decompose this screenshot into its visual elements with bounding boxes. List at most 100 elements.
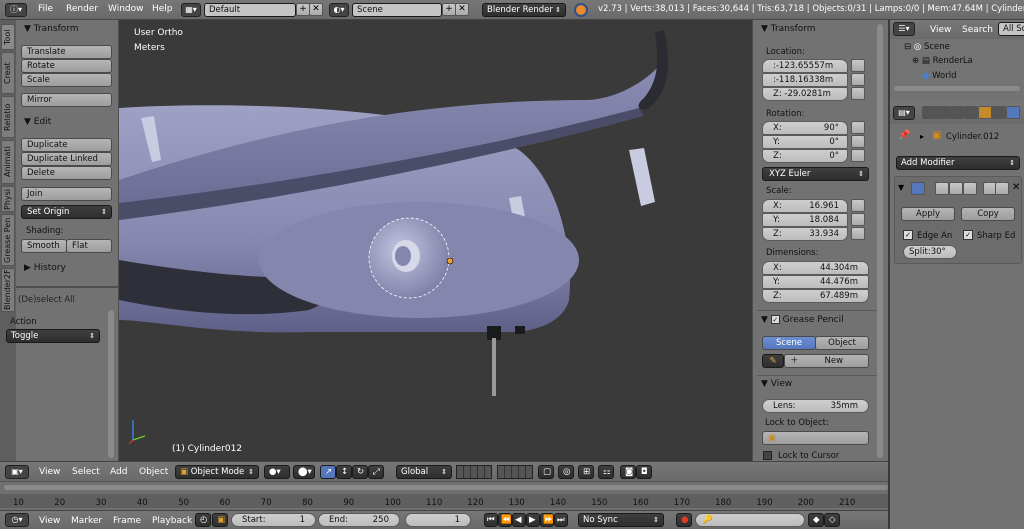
history-panel-header[interactable]: ▶ History [24, 261, 66, 275]
lock-scale-y-icon[interactable] [851, 213, 865, 226]
outliner-display-dropdown[interactable]: All Sc [998, 22, 1024, 36]
lock-layers-icon[interactable]: ▢ [538, 465, 554, 479]
shade-flat-button[interactable]: Flat [66, 239, 112, 253]
start-frame-field[interactable]: Start: 1 [231, 513, 316, 527]
snap-icon[interactable]: ⊞ [578, 465, 594, 479]
jump-next-key-button[interactable]: ⏩ [540, 513, 554, 527]
lock-scale-z-icon[interactable] [851, 227, 865, 240]
select-menu[interactable]: Select [72, 465, 100, 479]
gp-scene-button[interactable]: Scene [762, 336, 816, 350]
rotation-y-field[interactable]: Y: 0° [762, 135, 848, 149]
use-preview-icon[interactable]: ▣ [212, 513, 228, 527]
editmode-toggle-icon[interactable] [963, 182, 977, 195]
render-camera-icon[interactable]: ◙ [620, 465, 636, 479]
view-menu[interactable]: View [39, 465, 60, 479]
transform-panel-header[interactable]: ▼ Transform [24, 22, 79, 36]
render-toggle-icon[interactable] [935, 182, 949, 195]
outliner-item-scene[interactable]: ⊟ ◎ Scene [904, 42, 950, 54]
tab-animation[interactable]: Animati [1, 140, 15, 184]
timeline-playback-menu[interactable]: Playback [152, 514, 192, 528]
remove-scene-button[interactable]: ✕ [455, 3, 469, 16]
tab-create[interactable]: Creat [1, 52, 15, 94]
play-button[interactable]: ▶ [526, 513, 540, 527]
sharp-edges-checkbox[interactable]: ✓ [963, 230, 973, 240]
end-frame-field[interactable]: End: 250 [318, 513, 400, 527]
scene-icon[interactable]: ◐▾ [329, 3, 349, 17]
shade-smooth-button[interactable]: Smooth [21, 239, 67, 253]
apply-modifier-button[interactable]: Apply [901, 207, 955, 221]
location-z-field[interactable]: Z: -29.0281m [762, 87, 848, 101]
lock-to-cursor-checkbox[interactable] [763, 451, 772, 460]
layers-grid-right[interactable] [497, 465, 533, 479]
timeline-marker-menu[interactable]: Marker [71, 514, 102, 528]
outliner-item-world[interactable]: ● World [922, 71, 956, 83]
mirror-button[interactable]: Mirror [21, 93, 112, 107]
action-dropdown[interactable]: Toggle ⇕ [6, 329, 100, 343]
gp-new-button[interactable]: ＋ New [784, 354, 869, 368]
scene-context-icon[interactable] [950, 106, 964, 119]
sync-dropdown[interactable]: No Sync ⇕ [578, 513, 664, 527]
split-angle-field[interactable]: Split:30° [903, 245, 957, 259]
copy-modifier-button[interactable]: Copy [961, 207, 1015, 221]
lock-scale-x-icon[interactable] [851, 199, 865, 212]
location-y-field[interactable]: :-118.16338m [762, 73, 848, 87]
dimension-z-field[interactable]: Z: 67.489m [762, 289, 869, 303]
world-context-icon[interactable] [964, 106, 978, 119]
location-x-field[interactable]: :-123.65557m [762, 59, 848, 73]
tab-physics[interactable]: Physi [1, 186, 15, 212]
keying-set-field[interactable]: 🔑 [695, 513, 805, 527]
timeline-view-menu[interactable]: View [39, 514, 60, 528]
outliner-view-menu[interactable]: View [930, 23, 951, 37]
rotation-x-field[interactable]: X: 90° [762, 121, 848, 135]
lock-rotation-x-icon[interactable] [851, 121, 865, 134]
menu-render[interactable]: Render [66, 2, 98, 16]
move-down-icon[interactable] [995, 182, 1009, 195]
outliner-scrollbar[interactable] [894, 86, 1020, 91]
properties-scrollbar[interactable] [877, 24, 883, 458]
remove-layout-button[interactable]: ✕ [309, 3, 323, 16]
scale-button[interactable]: Scale [21, 73, 112, 87]
constraints-context-icon[interactable] [992, 106, 1006, 119]
pin-icon[interactable]: 📌 [898, 130, 910, 141]
lock-to-object-field[interactable]: ▣ [762, 431, 869, 445]
edge-angle-checkbox[interactable]: ✓ [903, 230, 913, 240]
transform-properties-header[interactable]: ▼ Transform [761, 22, 816, 36]
expand-toggle-icon[interactable]: ⊕ [912, 56, 919, 66]
rotation-z-field[interactable]: Z: 0° [762, 149, 848, 163]
layout-icon[interactable]: ▦▾ [181, 3, 201, 17]
outliner-item-renderlayers[interactable]: ⊕ ▤ RenderLa [912, 56, 973, 68]
lock-location-z-icon[interactable] [851, 87, 865, 100]
keying-icon[interactable]: ◴ [195, 513, 211, 527]
duplicate-linked-button[interactable]: Duplicate Linked [21, 152, 112, 166]
viewport-shading-dropdown[interactable]: ●▾ [264, 465, 290, 479]
editor-type-button[interactable]: ⓘ▾ [5, 3, 27, 17]
rotate-manipulator[interactable]: ↻ [352, 465, 368, 479]
modifiers-context-icon[interactable] [1006, 106, 1020, 119]
grease-pencil-header[interactable]: ▼ ✓ Grease Pencil [761, 313, 844, 327]
mode-dropdown[interactable]: ▣ Object Mode ⇕ [175, 465, 259, 479]
view-panel-header[interactable]: ▼ View [761, 377, 792, 391]
gp-datablock-icon[interactable]: ✎ [762, 354, 784, 368]
translate-button[interactable]: Translate [21, 45, 112, 59]
add-layout-button[interactable]: + [296, 3, 310, 16]
timeline-frame-menu[interactable]: Frame [113, 514, 141, 528]
tab-tool[interactable]: Tool [1, 24, 15, 50]
lens-field[interactable]: Lens: 35mm [762, 399, 869, 413]
insert-keyframe-button[interactable]: ◆ [808, 513, 824, 527]
outliner-search-menu[interactable]: Search [962, 23, 993, 37]
grease-pencil-checkbox[interactable]: ✓ [770, 315, 780, 324]
render-layers-context-icon[interactable] [936, 106, 950, 119]
orientation-dropdown[interactable]: Global ⇕ [396, 465, 452, 479]
close-icon[interactable]: ✕ [1012, 182, 1020, 193]
timeline-scrollbar[interactable] [4, 485, 888, 490]
scale-manipulator[interactable]: ⤢ [368, 465, 384, 479]
add-scene-button[interactable]: + [442, 3, 456, 16]
tab-relations[interactable]: Relatio [1, 96, 15, 138]
menu-file[interactable]: File [38, 2, 53, 16]
tab-grease-pencil[interactable]: Grease Pen [1, 214, 15, 266]
translate-manipulator[interactable]: ↕ [336, 465, 352, 479]
viewport-toggle-icon[interactable] [949, 182, 963, 195]
pivot-point-dropdown[interactable]: ⬤▾ [293, 465, 315, 479]
record-button[interactable]: ● [676, 513, 692, 527]
add-menu[interactable]: Add [110, 465, 127, 479]
